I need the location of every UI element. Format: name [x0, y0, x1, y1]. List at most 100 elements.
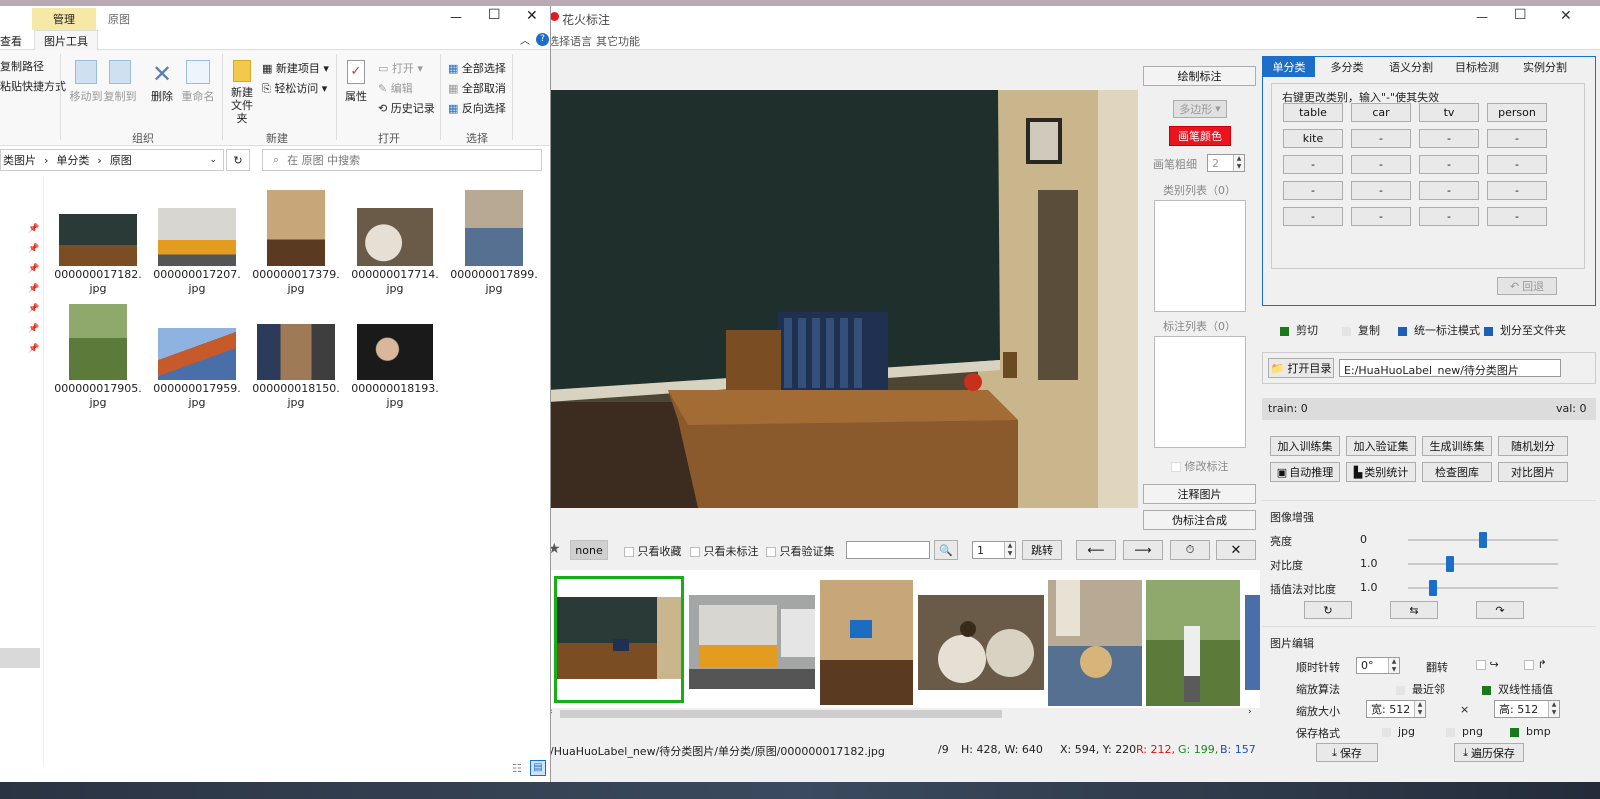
- nearest-radio[interactable]: 最近邻: [1396, 681, 1445, 697]
- only-val-checkbox[interactable]: 只看验证集: [766, 543, 835, 559]
- close-icon[interactable]: ✕: [526, 8, 538, 24]
- class-button[interactable]: -: [1283, 181, 1343, 200]
- file-item[interactable]: 000000017905.jpg: [53, 304, 143, 410]
- thumbnail-17379[interactable]: [820, 580, 913, 705]
- compare-images-button[interactable]: 对比图片: [1498, 462, 1568, 482]
- slider-knob[interactable]: [1446, 556, 1454, 572]
- dir-path-field[interactable]: E:/HuaHuoLabel_new/待分类图片: [1339, 359, 1561, 377]
- bilinear-radio[interactable]: 双线性插值: [1482, 681, 1553, 697]
- details-view-icon[interactable]: ☷: [512, 762, 522, 775]
- class-button[interactable]: kite: [1283, 129, 1343, 148]
- open-button[interactable]: ▭ 打开 ▾: [378, 60, 423, 76]
- move-to-button[interactable]: 移动到: [68, 60, 104, 104]
- shape-select[interactable]: 多边形 ▼: [1173, 100, 1227, 118]
- rotate-cw-button[interactable]: ↻: [1304, 601, 1352, 619]
- flip-v-checkbox[interactable]: ↱: [1524, 658, 1547, 671]
- breadcrumb-item[interactable]: 单分类: [56, 152, 89, 168]
- brightness-slider[interactable]: [1408, 532, 1558, 548]
- pin-icon[interactable]: 📌: [28, 264, 39, 274]
- thumbnail-17182[interactable]: [554, 576, 684, 703]
- class-button[interactable]: -: [1351, 181, 1411, 200]
- properties-button[interactable]: ✓ 属性: [342, 60, 370, 104]
- tab-multi-class[interactable]: 多分类: [1317, 57, 1377, 77]
- help-icon[interactable]: ?: [536, 33, 549, 46]
- anno-list-box[interactable]: [1154, 336, 1246, 448]
- spin-arrows-icon[interactable]: ▲ ▼: [1548, 701, 1559, 717]
- class-button[interactable]: person: [1487, 103, 1547, 122]
- slider-knob[interactable]: [1429, 580, 1437, 596]
- rename-button[interactable]: 重命名: [180, 60, 216, 104]
- rotate-spinbox[interactable]: 0° ▲ ▼: [1356, 657, 1400, 674]
- tab-single-class[interactable]: 单分类: [1263, 57, 1315, 77]
- minimize-icon[interactable]: —: [1476, 10, 1488, 24]
- tab-detection[interactable]: 目标检测: [1445, 57, 1509, 77]
- thumbnail-17714[interactable]: [918, 595, 1044, 690]
- auto-infer-button[interactable]: ▣ 自动推理: [1270, 462, 1340, 482]
- spin-arrows-icon[interactable]: ▲ ▼: [1004, 542, 1015, 558]
- history-button[interactable]: ⟲ 历史记录: [378, 100, 435, 116]
- class-stats-button[interactable]: ▙ 类别统计: [1346, 462, 1416, 482]
- menu-language[interactable]: 选择语言: [548, 33, 592, 49]
- format-bmp-radio[interactable]: bmp: [1510, 725, 1551, 738]
- pin-icon[interactable]: 📌: [28, 284, 39, 294]
- class-button[interactable]: -: [1487, 207, 1547, 226]
- class-list-box[interactable]: [1154, 200, 1246, 312]
- maximize-icon[interactable]: ☐: [488, 7, 501, 23]
- class-button[interactable]: -: [1351, 207, 1411, 226]
- class-button[interactable]: tv: [1419, 103, 1479, 122]
- pin-icon[interactable]: 📌: [28, 324, 39, 334]
- only-fav-checkbox[interactable]: 只看收藏: [624, 543, 682, 559]
- random-split-button[interactable]: 随机划分: [1498, 436, 1568, 456]
- brush-size-spinbox[interactable]: 2 ▲ ▼: [1207, 154, 1245, 172]
- nav-selected-item[interactable]: [0, 648, 40, 668]
- image-canvas[interactable]: [548, 90, 1138, 508]
- annotate-image-button[interactable]: 注释图片: [1143, 484, 1256, 504]
- unify-checkbox[interactable]: 统一标注模式: [1398, 322, 1480, 338]
- large-icons-view-icon[interactable]: ▤: [530, 760, 546, 776]
- thumbnail-partial[interactable]: [1245, 595, 1260, 690]
- pseudo-compose-button[interactable]: 伪标注合成: [1143, 510, 1256, 530]
- next-button[interactable]: ⟶: [1123, 540, 1163, 560]
- check-gallery-button[interactable]: 检查图库: [1422, 462, 1492, 482]
- class-button[interactable]: -: [1419, 129, 1479, 148]
- jump-button[interactable]: 跳转: [1022, 540, 1062, 560]
- class-button[interactable]: -: [1351, 129, 1411, 148]
- format-jpg-radio[interactable]: jpg: [1382, 725, 1415, 738]
- only-unlabeled-checkbox[interactable]: 只看未标注: [690, 543, 759, 559]
- class-button[interactable]: -: [1487, 155, 1547, 174]
- slider-knob[interactable]: [1479, 532, 1487, 548]
- chevron-down-icon[interactable]: ⌄: [209, 155, 217, 165]
- spin-arrows-icon[interactable]: ▲ ▼: [1414, 701, 1425, 717]
- width-spinbox[interactable]: 宽: 512 ▲ ▼: [1366, 700, 1426, 718]
- prev-button[interactable]: ⟵: [1076, 540, 1116, 560]
- split-folder-checkbox[interactable]: 划分至文件夹: [1484, 322, 1566, 338]
- pin-icon[interactable]: 📌: [28, 304, 39, 314]
- add-val-button[interactable]: 加入验证集: [1346, 436, 1416, 456]
- brush-color-button[interactable]: 画笔颜色: [1169, 126, 1231, 146]
- class-button[interactable]: -: [1283, 207, 1343, 226]
- tab-view[interactable]: 查看: [0, 33, 22, 49]
- new-item-button[interactable]: ▦ 新建项目 ▾: [262, 60, 329, 76]
- modify-anno-checkbox[interactable]: 修改标注: [1171, 458, 1229, 474]
- interp-contrast-slider[interactable]: [1408, 580, 1558, 596]
- select-all-button[interactable]: ▦ 全部选择: [448, 60, 506, 76]
- tab-picture-tools[interactable]: 图片工具: [34, 30, 98, 50]
- paste-shortcut-button[interactable]: 粘贴快捷方式: [0, 78, 66, 94]
- flip-h-checkbox[interactable]: ↪: [1476, 658, 1499, 671]
- search-button[interactable]: 🔍: [934, 540, 958, 560]
- close-icon[interactable]: ✕: [1560, 8, 1572, 24]
- file-item[interactable]: 000000018150.jpg: [251, 304, 341, 410]
- easy-access-button[interactable]: ⎘ 轻松访问 ▾: [262, 80, 327, 96]
- delete-button[interactable]: ✕ 删除: [146, 60, 178, 104]
- tab-semantic-seg[interactable]: 语义分割: [1377, 57, 1445, 77]
- format-png-radio[interactable]: png: [1446, 725, 1483, 738]
- timer-button[interactable]: ⏱: [1170, 540, 1210, 560]
- breadcrumb[interactable]: 类图片 › 单分类 › 原图 ⌄: [0, 149, 224, 171]
- file-item[interactable]: 000000017207.jpg: [152, 190, 242, 296]
- draw-title-button[interactable]: 绘制标注: [1143, 66, 1256, 86]
- minimize-icon[interactable]: —: [450, 10, 462, 24]
- context-tab-manage[interactable]: 管理: [32, 8, 96, 30]
- pin-icon[interactable]: 📌: [28, 244, 39, 254]
- class-button[interactable]: -: [1419, 181, 1479, 200]
- search-input[interactable]: ⌕ 在 原图 中搜索: [262, 149, 542, 171]
